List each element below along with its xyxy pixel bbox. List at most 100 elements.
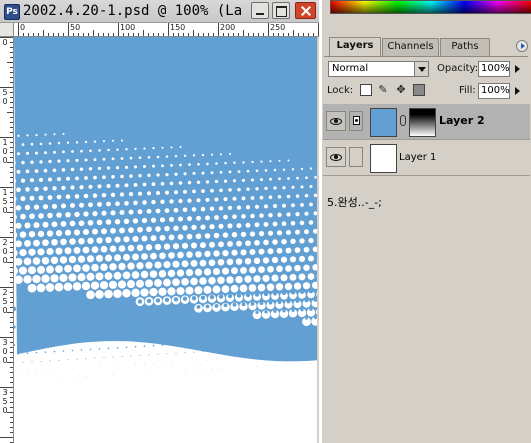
layer-thumbnail[interactable]	[370, 144, 397, 173]
layer-link-state[interactable]	[349, 147, 363, 167]
layer-name[interactable]: Layer 1	[399, 152, 436, 164]
halftone-dot	[132, 235, 139, 242]
halftone-dot	[63, 282, 73, 291]
halftone-speck	[152, 326, 155, 329]
halftone-speck	[139, 354, 141, 356]
halftone-speck	[21, 324, 25, 329]
halftone-dot	[183, 172, 187, 176]
layer-row-layer-1[interactable]: Layer 1	[323, 140, 530, 176]
halftone-speck	[29, 305, 35, 311]
halftone-dot	[133, 200, 138, 206]
layer-mask-thumbnail[interactable]	[409, 108, 436, 137]
halftone-speck	[138, 317, 142, 322]
halftone-speck	[142, 308, 147, 313]
halftone-dot	[132, 218, 139, 224]
halftone-speck	[85, 358, 87, 360]
ruler-tick	[10, 327, 13, 328]
image-canvas[interactable]	[14, 37, 317, 443]
halftone-speck	[229, 367, 231, 369]
halftone-speck	[94, 375, 96, 377]
chevron-down-icon[interactable]	[414, 62, 428, 76]
halftone-speck	[121, 374, 123, 375]
halftone-dot	[117, 280, 127, 289]
tab-channels[interactable]: Channels	[382, 38, 439, 56]
fill-slider-arrow-icon[interactable]	[514, 86, 522, 95]
halftone-dot	[179, 146, 182, 148]
lock-move-icon[interactable]: ✥	[395, 84, 407, 96]
document-titlebar[interactable]: Ps 2002.4.20-1.psd @ 100% (La...	[0, 0, 319, 23]
minimize-button[interactable]	[251, 2, 269, 19]
palette-menu-button[interactable]	[516, 40, 528, 52]
visibility-toggle[interactable]	[326, 111, 346, 131]
tab-layers[interactable]: Layers	[329, 37, 381, 56]
halftone-dot	[210, 188, 214, 193]
layer-thumbnail[interactable]	[370, 108, 397, 137]
halftone-dot	[110, 210, 116, 216]
lock-transparency-icon[interactable]	[360, 84, 372, 96]
ruler-tick	[303, 33, 304, 36]
halftone-dot	[146, 191, 152, 196]
halftone-speck	[310, 362, 312, 364]
halftone-dot	[19, 231, 27, 238]
horizontal-ruler[interactable]: 0 50 100 150 200 250	[14, 23, 319, 37]
opacity-slider-arrow-icon[interactable]	[514, 64, 522, 73]
halftone-dot	[192, 171, 196, 175]
halftone-speck	[281, 290, 287, 295]
ruler-tick	[148, 33, 149, 36]
halftone-speck	[246, 311, 250, 315]
close-button[interactable]	[295, 2, 316, 19]
visibility-toggle[interactable]	[326, 147, 346, 167]
halftone-speck	[209, 294, 215, 300]
halftone-speck	[61, 313, 66, 317]
halftone-dot	[158, 270, 167, 278]
photoshop-document-icon[interactable]: Ps	[4, 4, 20, 20]
blend-mode-select[interactable]: Normal	[328, 61, 429, 77]
layer-edit-state[interactable]	[349, 111, 363, 131]
halftone-dot	[105, 236, 112, 244]
ruler-tick	[10, 127, 13, 128]
lock-brush-icon[interactable]: ✎	[377, 84, 389, 96]
halftone-dot	[154, 261, 162, 269]
halftone-dot	[109, 263, 117, 271]
halftone-dot	[86, 290, 95, 300]
canvas-area[interactable]	[14, 37, 319, 443]
lock-all-icon[interactable]	[413, 84, 425, 96]
halftone-speck	[251, 338, 254, 341]
ruler-origin[interactable]	[0, 23, 14, 37]
halftone-dot	[35, 151, 38, 155]
tab-paths[interactable]: Paths	[440, 38, 490, 56]
ruler-tick	[0, 437, 13, 438]
chain-link-icon[interactable]	[400, 115, 406, 126]
halftone-dot	[82, 264, 90, 272]
halftone-dot	[156, 173, 160, 177]
halftone-dot	[158, 287, 167, 296]
ruler-label: 5	[2, 88, 8, 97]
halftone-dot	[181, 277, 189, 286]
opacity-field[interactable]: 100%	[478, 61, 510, 77]
halftone-speck	[143, 326, 146, 330]
ruler-tick	[10, 417, 13, 418]
halftone-speck	[30, 324, 34, 328]
halftone-dot	[34, 186, 39, 192]
halftone-dot	[123, 236, 130, 243]
halftone-dot	[111, 157, 115, 161]
halftone-dot	[88, 202, 93, 208]
layer-name[interactable]: Layer 2	[439, 115, 485, 127]
halftone-dot	[276, 230, 283, 236]
halftone-speck	[238, 348, 240, 351]
maximize-button[interactable]	[272, 2, 290, 19]
halftone-dot	[129, 156, 133, 160]
layer-row-layer-2[interactable]: Layer 2	[323, 104, 530, 140]
halftone-speck	[26, 352, 29, 355]
halftone-dot	[245, 240, 251, 247]
halftone-dot	[50, 274, 59, 283]
ruler-tick	[10, 257, 13, 258]
color-ramp[interactable]	[330, 0, 531, 14]
halftone-speck	[215, 322, 218, 326]
halftone-dot	[83, 211, 89, 217]
ruler-label: 2	[2, 238, 8, 247]
ruler-tick	[273, 33, 274, 36]
vertical-ruler[interactable]: 050100150200250300350	[0, 37, 14, 443]
halftone-dot	[194, 268, 203, 276]
fill-field[interactable]: 100%	[478, 83, 510, 99]
